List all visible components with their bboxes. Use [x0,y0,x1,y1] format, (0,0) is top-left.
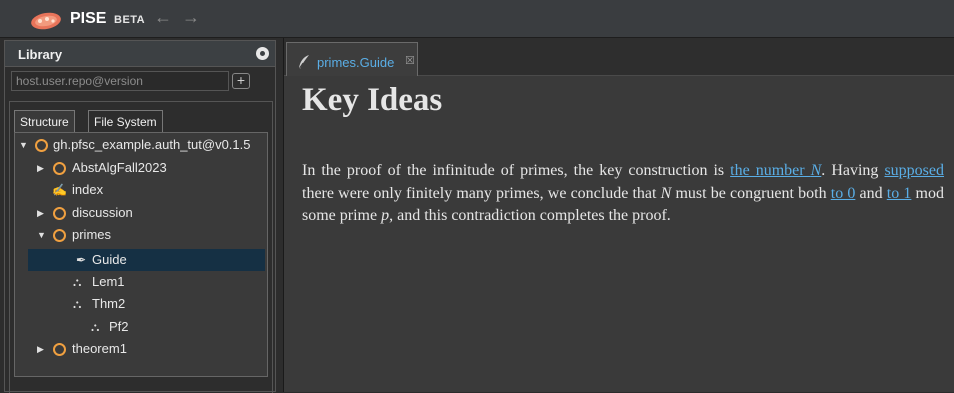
add-repo-button[interactable]: + [232,73,250,89]
math-n: N [810,162,822,179]
expanded-triangle-icon[interactable]: ▼ [37,225,46,245]
structure-tree: ▼ gh.pfsc_example.auth_tut@v0.1.5 ▶ Abst… [14,132,268,377]
tree-row-label: index [72,182,104,197]
feather-icon [298,55,309,70]
library-options-icon[interactable] [256,47,269,60]
editor-area: primes.Guide ☒ Key Ideas In the proof of… [284,38,954,392]
paragraph-text: , and this contradiction completes the p… [389,207,671,224]
tree-row-thm2[interactable]: ⛬ Thm2 [15,294,267,314]
tree-row-label: primes [72,227,112,242]
tree-row-index[interactable]: ✍ index [15,180,267,200]
feather-icon: ✒ [76,253,87,267]
expanded-triangle-icon[interactable]: ▼ [19,135,28,155]
tree-row-label: theorem1 [72,341,127,356]
tree-row-label: Lem1 [92,274,125,289]
tab-primes-guide[interactable]: primes.Guide ☒ [286,42,418,76]
paragraph-text: there were only finitely many primes, we… [302,184,661,202]
tree-row-theorem1[interactable]: ▶ theorem1 [15,339,267,359]
tree-row-label: gh.pfsc_example.auth_tut@v0.1.5 [53,137,251,152]
editor-tabstrip: primes.Guide ☒ [284,38,954,76]
module-node-icon [53,207,66,220]
tree-row-label: Pf2 [109,319,129,334]
library-title: Library [18,47,63,62]
pise-logo-icon [31,12,61,30]
tree-row-label: Guide [92,252,127,267]
tree-row-discussion[interactable]: ▶ discussion [15,203,267,223]
tree-row-repo[interactable]: ▼ gh.pfsc_example.auth_tut@v0.1.5 [15,135,267,155]
tab-structure[interactable]: Structure [14,110,75,132]
paragraph-text: must be congruent both [671,184,831,202]
tree-row-label: AbstAlgFall2023 [72,160,167,175]
repo-node-icon [35,139,48,152]
close-tab-icon[interactable]: ☒ [405,54,415,67]
document-view: Key Ideas In the proof of the infinitude… [284,76,954,392]
paragraph-text: In the proof of the infinitude of primes… [302,162,731,179]
tab-file-system[interactable]: File System [88,110,163,132]
app-name: PISE [70,10,107,27]
collapsed-triangle-icon[interactable]: ▶ [37,339,44,359]
tab-label: primes.Guide [317,55,395,70]
library-tabs: Structure File System ▼ gh.pfsc_example.… [9,101,273,393]
library-sidebar: Library + Structure File System ▼ gh.pfs… [0,38,284,393]
module-node-icon [53,343,66,356]
library-header: Library [4,40,276,66]
top-bar: PISE BETA ← → [0,0,954,38]
page-title: Key Ideas [302,82,443,118]
document-paragraph: In the proof of the infinitude of primes… [302,160,944,228]
beta-badge: BETA [114,14,146,26]
collapsed-triangle-icon[interactable]: ▶ [37,203,44,223]
deduction-graph-icon: ⛬ [73,275,82,289]
repo-input[interactable] [11,71,229,91]
collapsed-triangle-icon[interactable]: ▶ [37,158,44,178]
tree-row-primes[interactable]: ▼ primes [15,225,267,245]
paragraph-text: and [855,184,887,202]
back-arrow-icon[interactable]: ← [154,8,172,26]
math-p: p [381,207,390,224]
math-n: N [660,184,672,202]
deduction-graph-icon: ⛬ [91,320,100,334]
link-supposed[interactable]: supposed [884,162,944,179]
link-the-number-n[interactable]: the number N [730,162,821,179]
library-body: + Structure File System ▼ gh.pfsc_exampl… [4,66,276,393]
tree-row-lem1[interactable]: ⛬ Lem1 [15,272,267,292]
link-to-0[interactable]: to 0 [831,185,856,202]
annotation-icon: ✍ [52,183,67,197]
link-to-1[interactable]: to 1 [887,185,912,202]
tree-row-abstalgfall2023[interactable]: ▶ AbstAlgFall2023 [15,158,267,178]
tree-row-pf2[interactable]: ⛬ Pf2 [15,317,267,337]
paragraph-text: . Having [821,162,885,179]
tree-row-label: Thm2 [92,296,126,311]
module-node-icon [53,162,66,175]
link-text: the number [730,162,811,179]
tree-row-guide[interactable]: ✒ Guide [28,249,265,271]
forward-arrow-icon[interactable]: → [182,8,200,26]
deduction-graph-icon: ⛬ [73,297,82,311]
module-node-icon [53,229,66,242]
tree-row-label: discussion [72,205,133,220]
